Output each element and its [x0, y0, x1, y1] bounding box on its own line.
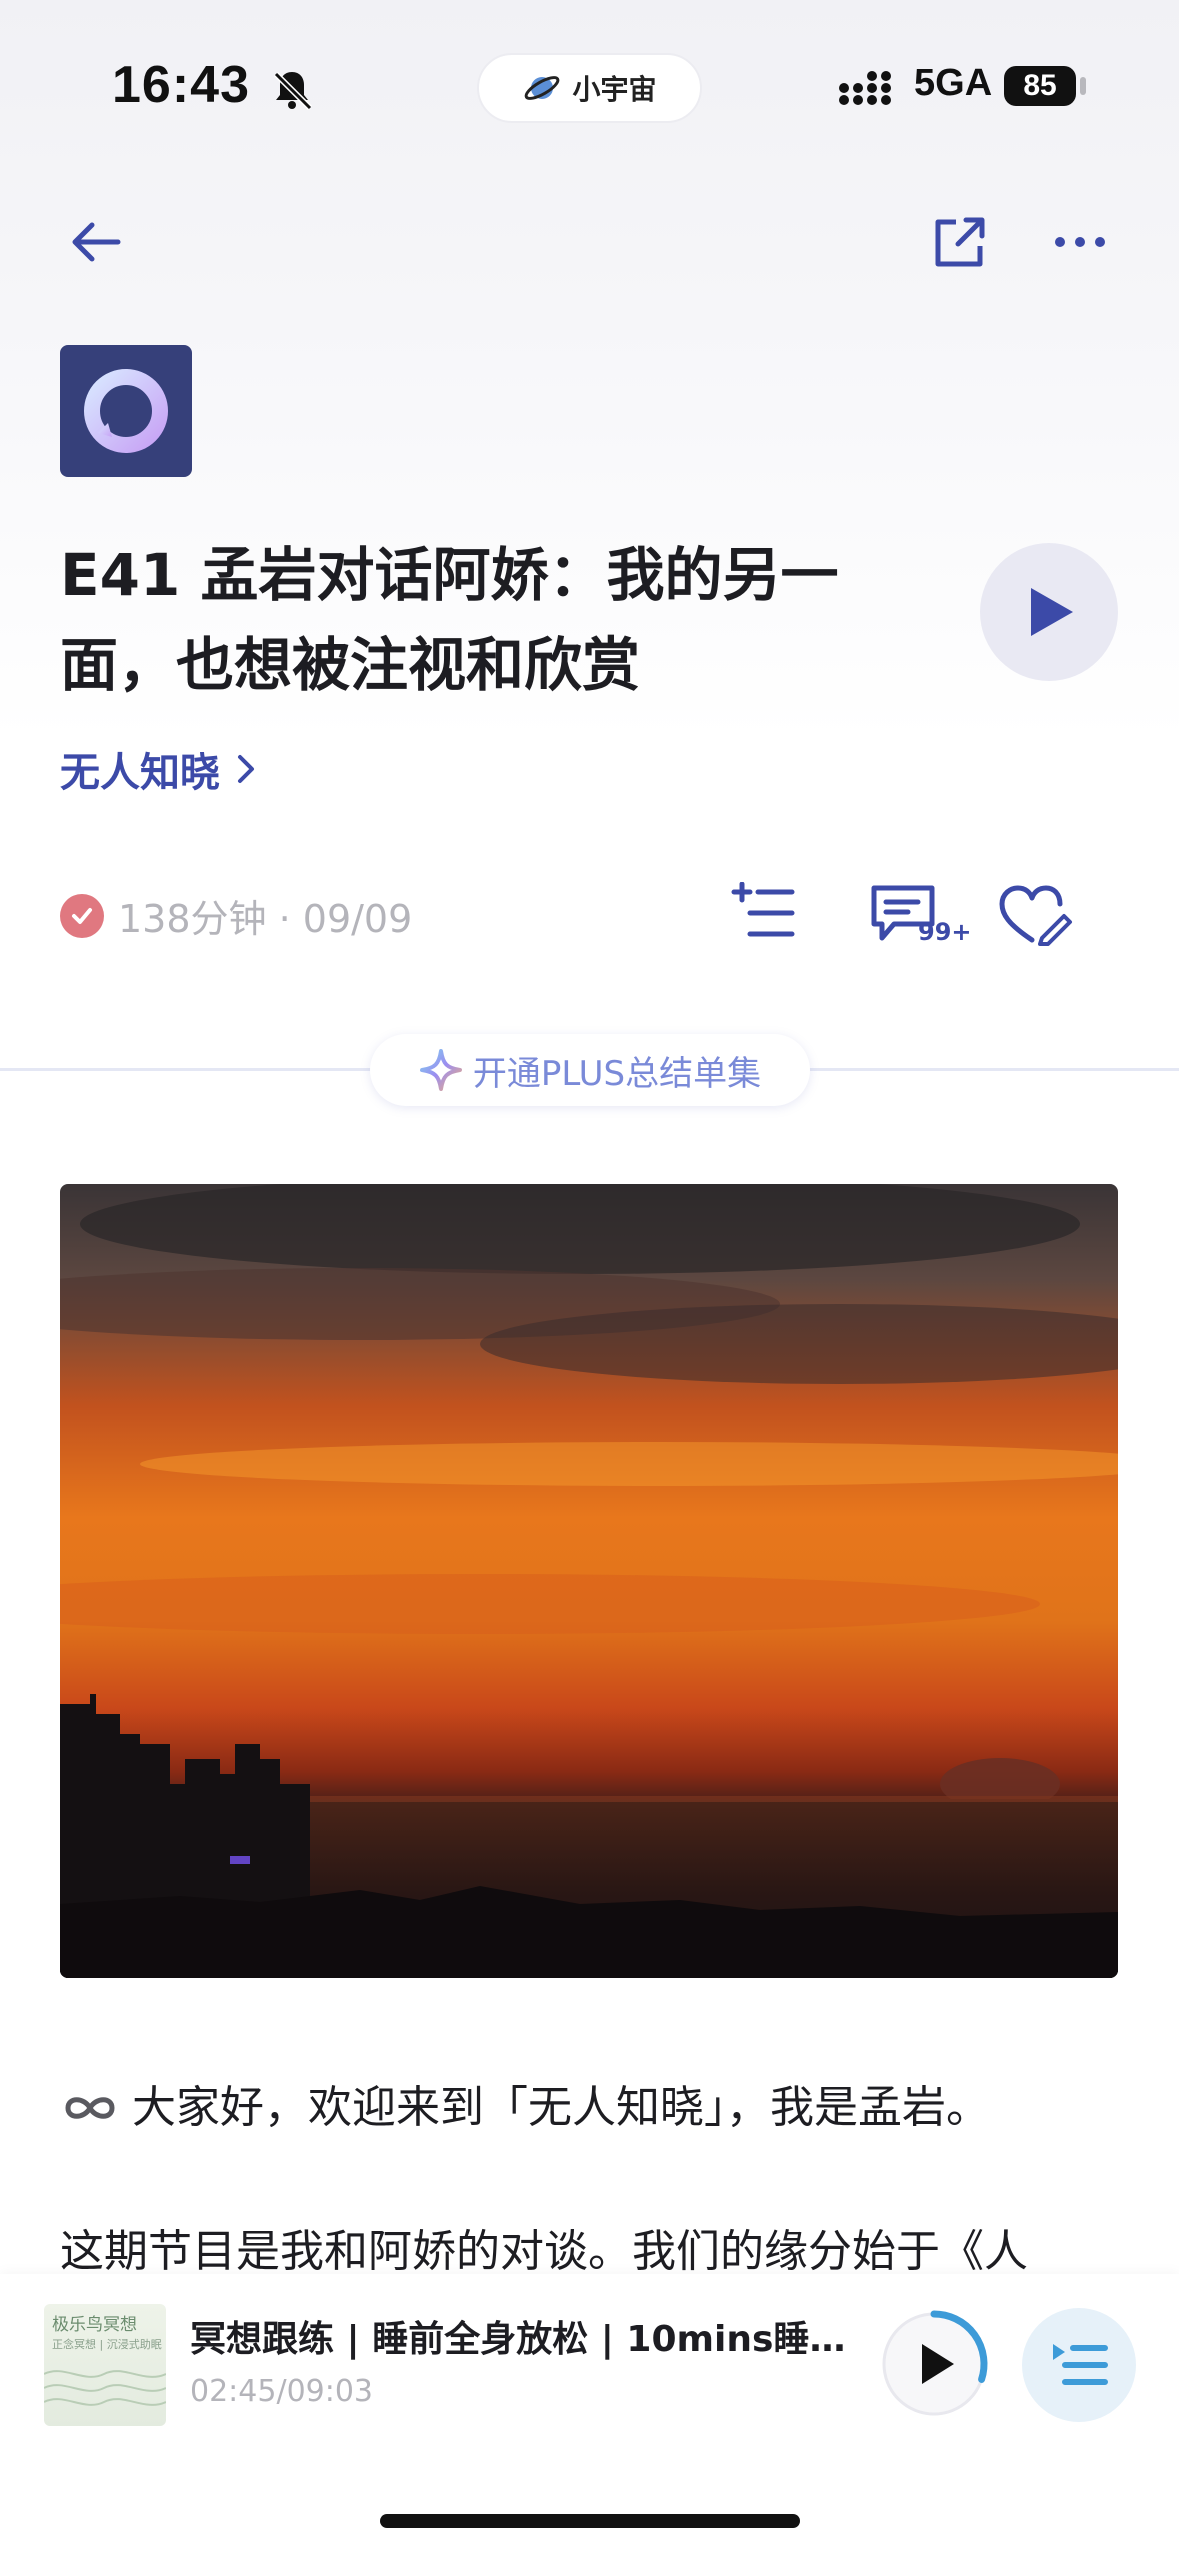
shownotes-paragraph-1: 大家好，欢迎来到「无人知晓」，我是孟岩。 — [60, 2078, 1130, 2138]
play-episode-button[interactable] — [980, 543, 1118, 681]
battery-indicator: 85 — [1004, 66, 1076, 106]
plus-summary-label: 开通PLUS总结单集 — [472, 1053, 762, 1094]
plus-summary-button[interactable]: 开通PLUS总结单集 — [370, 1034, 810, 1106]
signal-icon — [839, 71, 891, 105]
comment-count: 99+ — [918, 918, 972, 946]
mini-player-time: 02:45/09:03 — [190, 2374, 374, 2409]
network-type: 5GA — [914, 62, 993, 104]
shownotes-paragraph-2: 这期节目是我和阿娇的对谈。我们的缘分始于《人 — [60, 2226, 1028, 2277]
share-icon[interactable] — [928, 210, 992, 274]
battery-tip — [1080, 77, 1086, 95]
podcast-name-link[interactable]: 无人知晓 — [60, 740, 258, 798]
mini-player-cover[interactable]: 极乐鸟冥想 正念冥想 | 沉浸式助眠 — [44, 2304, 166, 2426]
cover-wave-pattern — [44, 2370, 166, 2406]
planet-icon — [525, 76, 560, 100]
sparkle-icon — [419, 1049, 462, 1091]
episode-title: E41 孟岩对话阿娇：我的另一面，也想被注视和欣赏 — [60, 541, 839, 699]
more-icon[interactable] — [1052, 220, 1108, 264]
dynamic-island-label: 小宇宙 — [572, 73, 657, 106]
add-to-playlist-icon[interactable] — [730, 882, 796, 944]
status-time: 16:43 — [112, 56, 250, 114]
status-bar: 16:43 小宇宙 5GA 85 — [0, 0, 1179, 170]
episode-cover-image — [60, 1184, 1118, 1978]
infinity-icon — [65, 2097, 115, 2119]
episode-meta-row: 138分钟 · 09/09 — [60, 888, 412, 943]
mini-player-title: 冥想跟练 | 睡前全身放松 | 10mins睡... — [190, 2319, 850, 2360]
shownotes-text-1: 大家好，欢迎来到「无人知晓」，我是孟岩。 — [132, 2082, 990, 2133]
battery-level: 85 — [1023, 69, 1057, 102]
bell-muted-icon — [273, 71, 313, 111]
played-check-icon — [60, 893, 104, 938]
podcast-name: 无人知晓 — [60, 750, 220, 796]
playlist-button[interactable] — [1022, 2308, 1136, 2422]
dynamic-island-app-pill[interactable]: 小宇宙 — [477, 53, 702, 123]
back-arrow-icon[interactable] — [66, 212, 126, 272]
play-icon — [1031, 588, 1073, 636]
chevron-right-icon — [238, 755, 254, 783]
favorite-heart-icon[interactable] — [998, 884, 1074, 946]
sunset-photo — [60, 1184, 1118, 1978]
mini-player-play-button[interactable] — [878, 2308, 990, 2420]
episode-meta: 138分钟 · 09/09 — [118, 897, 413, 941]
home-indicator — [380, 2514, 800, 2528]
podcast-logo-icon — [84, 369, 168, 453]
playlist-icon — [1053, 2344, 1108, 2385]
podcast-cover[interactable] — [60, 345, 192, 477]
